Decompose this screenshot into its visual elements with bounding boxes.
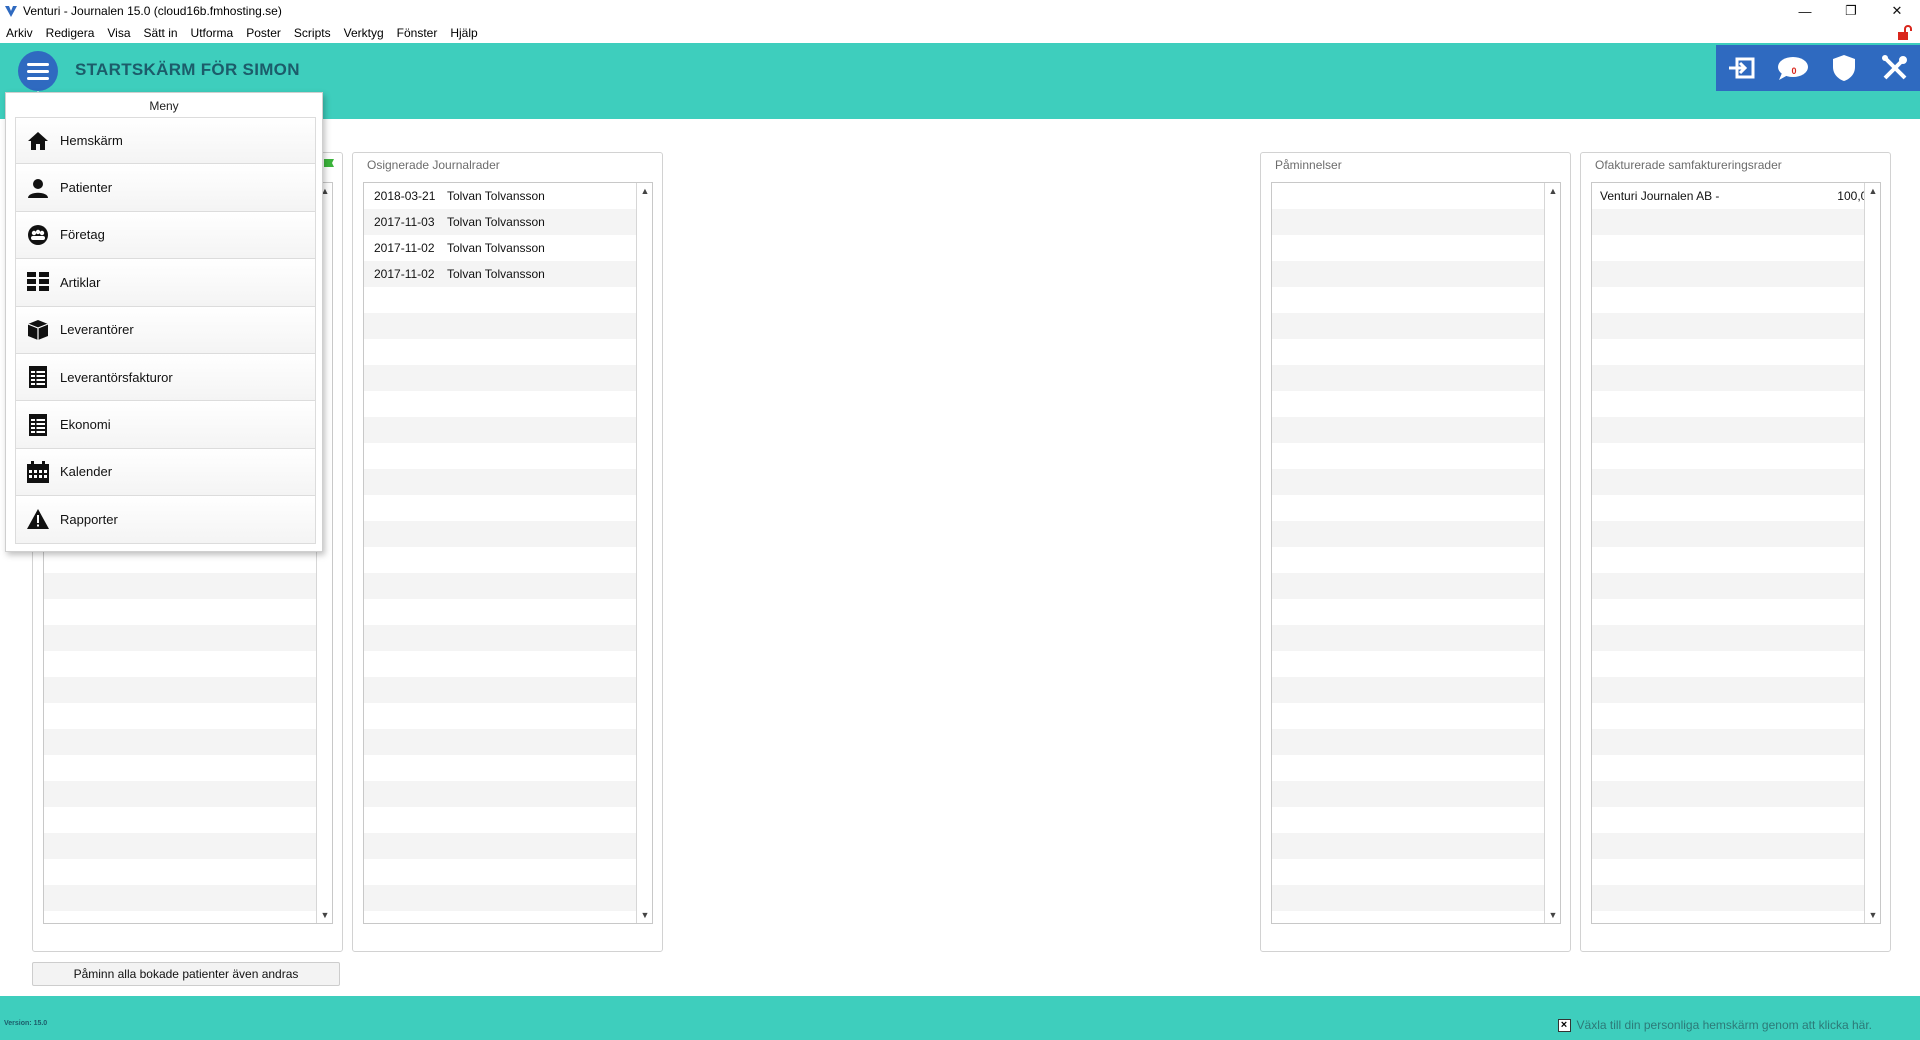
header-toolbar: 0 (1716, 45, 1920, 91)
menu-item-label: Ekonomi (60, 417, 111, 433)
menu-item-label: Artiklar (60, 274, 101, 290)
menu-satt-in[interactable]: Sätt in (144, 26, 178, 40)
person-icon (26, 176, 50, 200)
calendar-icon (26, 460, 50, 484)
group-icon (26, 223, 50, 247)
home-icon (26, 129, 50, 153)
tools-button[interactable] (1869, 45, 1920, 91)
menu-item-artiklar[interactable]: Artiklar (15, 259, 316, 307)
menu-item-patienter[interactable]: Patienter (15, 164, 316, 212)
grid-icon (26, 270, 50, 294)
uninvoiced-rows: Venturi Journalen AB -100,00 (1592, 183, 1880, 911)
panel-title-unsigned: Osignerade Journalrader (367, 158, 500, 172)
switch-home-text[interactable]: Växla till din personliga hemskärm genom… (1577, 1018, 1872, 1032)
menu-item-rapporter[interactable]: Rapporter (15, 496, 316, 544)
menu-arkiv[interactable]: Arkiv (6, 26, 33, 40)
hamburger-icon (27, 62, 49, 66)
window-title: Venturi - Journalen 15.0 (cloud16b.fmhos… (23, 4, 282, 18)
panel-uninvoiced: Ofakturerade samfaktureringsrader Ventur… (1580, 152, 1891, 952)
switch-home-link[interactable]: × Växla till din personliga hemskärm gen… (1557, 1018, 1872, 1032)
ledger-icon (26, 413, 50, 437)
app-footer: Version: 15.0 × Växla till din personlig… (0, 996, 1920, 1040)
scroll-down-icon[interactable]: ▼ (1545, 907, 1560, 923)
menu-item-foretag[interactable]: Företag (15, 211, 316, 260)
uninvoiced-list[interactable]: Venturi Journalen AB -100,00 ▲ ▼ (1591, 182, 1881, 924)
reminders-list-scrollbar[interactable]: ▲ ▼ (1544, 183, 1560, 923)
menu-item-label: Företag (60, 227, 105, 243)
menu-items: Hemskärm Patienter Företag Artiklar Leve… (15, 117, 316, 544)
scroll-down-icon[interactable]: ▼ (637, 907, 652, 923)
menu-item-label: Leverantörsfakturor (60, 369, 173, 385)
unsigned-journal-rows: 2018-03-21 Tolvan Tolvansson 2017-11-03 To… (364, 183, 652, 911)
menu-item-label: Kalender (60, 464, 113, 480)
minimize-button[interactable]: — (1782, 0, 1828, 22)
menu-bar: Arkiv Redigera Visa Sätt in Utforma Post… (0, 22, 1920, 43)
hamburger-menu-button[interactable] (18, 51, 58, 91)
menu-scripts[interactable]: Scripts (294, 26, 331, 40)
menu-item-label: Rapporter (60, 511, 118, 527)
ledger-icon (26, 365, 50, 389)
security-button[interactable] (1818, 45, 1869, 91)
table-row[interactable]: 2017-11-03 Tolvan Tolvansson (364, 209, 652, 235)
app-logo-icon (5, 6, 17, 17)
flag-icon (324, 159, 334, 167)
remind-all-patients-button[interactable]: Påminn alla bokade patienter även andras (32, 962, 340, 986)
panel-title-reminders: Påminnelser (1275, 158, 1342, 172)
menu-visa[interactable]: Visa (107, 26, 130, 40)
panel-reminders: Påminnelser ▲ ▼ (1260, 152, 1571, 952)
menu-title: Meny (149, 99, 179, 113)
reminders-rows (1272, 183, 1560, 911)
menu-hjalp[interactable]: Hjälp (450, 26, 477, 40)
window-controls: — ❐ ✕ (1782, 0, 1920, 22)
version-label: Version: 15.0 (4, 1020, 48, 1027)
scroll-up-icon[interactable]: ▲ (1865, 183, 1880, 199)
message-count-badge: 0 (1791, 66, 1797, 76)
page-title: STARTSKÄRM FÖR SIMON (75, 60, 300, 79)
restore-button[interactable]: ❐ (1828, 0, 1874, 22)
reminders-list[interactable]: ▲ ▼ (1271, 182, 1561, 924)
panel-title-uninvoiced: Ofakturerade samfaktureringsrader (1595, 158, 1782, 172)
unlock-icon[interactable] (1896, 24, 1914, 42)
unsigned-journal-list[interactable]: 2018-03-21 Tolvan Tolvansson 2017-11-03 To… (363, 182, 653, 924)
menu-item-label: Patienter (60, 180, 113, 196)
table-row[interactable]: Venturi Journalen AB -100,00 (1592, 183, 1880, 209)
menu-fonster[interactable]: Fönster (397, 26, 438, 40)
menu-poster[interactable]: Poster (246, 26, 281, 40)
menu-item-leverantorsfakturor[interactable]: Leverantörsfakturor (15, 353, 316, 402)
close-x-icon[interactable]: × (1557, 1018, 1571, 1032)
uninvoiced-list-scrollbar[interactable]: ▲ ▼ (1864, 183, 1880, 923)
menu-verktyg[interactable]: Verktyg (344, 26, 384, 40)
window-titlebar: Venturi - Journalen 15.0 (cloud16b.fmhos… (0, 0, 1920, 22)
scroll-down-icon[interactable]: ▼ (1865, 907, 1880, 923)
scroll-up-icon[interactable]: ▲ (637, 183, 652, 199)
table-row[interactable]: 2017-11-02 Tolvan Tolvansson (364, 261, 652, 287)
scroll-up-icon[interactable]: ▲ (1545, 183, 1560, 199)
tools-icon (1881, 55, 1907, 80)
main-menu-dropdown: Meny Hemskärm Patienter Företag Artiklar (5, 92, 323, 552)
menu-utforma[interactable]: Utforma (191, 26, 234, 40)
menu-item-leverantorer[interactable]: Leverantörer (15, 306, 316, 354)
table-row[interactable]: 2018-03-21 Tolvan Tolvansson (364, 183, 652, 209)
box-icon (26, 318, 50, 342)
menu-item-label: Leverantörer (60, 322, 134, 338)
scroll-down-icon[interactable]: ▼ (317, 907, 332, 923)
menu-redigera[interactable]: Redigera (46, 26, 95, 40)
close-button[interactable]: ✕ (1874, 0, 1920, 22)
logout-icon (1728, 57, 1754, 79)
menu-item-kalender[interactable]: Kalender (15, 448, 316, 497)
logout-button[interactable] (1716, 45, 1767, 91)
unsigned-list-scrollbar[interactable]: ▲ ▼ (636, 183, 652, 923)
shield-icon (1832, 55, 1855, 81)
warning-icon (26, 507, 50, 531)
menu-item-ekonomi[interactable]: Ekonomi (15, 401, 316, 449)
table-row[interactable]: 2017-11-02 Tolvan Tolvansson (364, 235, 652, 261)
menu-item-label: Hemskärm (60, 133, 123, 149)
messages-button[interactable]: 0 (1767, 45, 1818, 91)
menu-item-hemskarm[interactable]: Hemskärm (15, 117, 316, 165)
panel-unsigned-journal: Osignerade Journalrader 2018-03-21 Tolvan… (352, 152, 663, 952)
